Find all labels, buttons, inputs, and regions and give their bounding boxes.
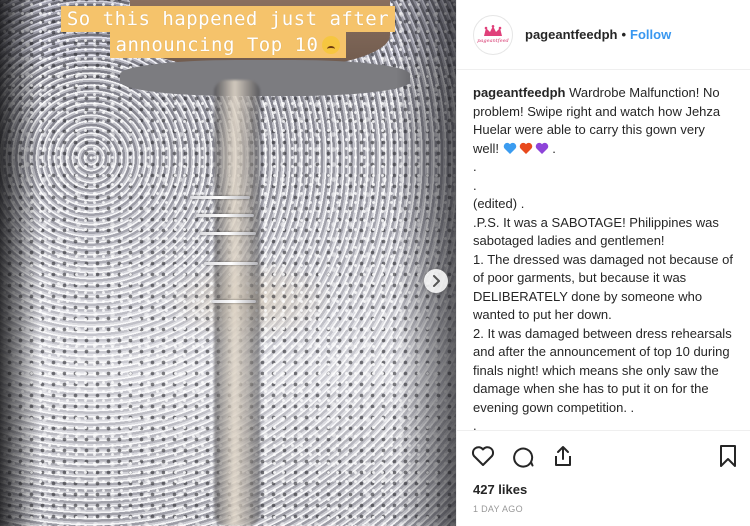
overlay-line-2-text: announcing Top 10 [115, 34, 319, 56]
photo-text-overlay: So this happened just after announcing T… [0, 6, 456, 58]
avatar-logo-text: pageantfeed [477, 38, 509, 44]
carousel-next-button[interactable] [424, 269, 448, 293]
caption-section: pageantfeedph Wardrobe Malfunction! No p… [457, 70, 750, 430]
caption-line: 2. It was damaged between dress rehearsa… [473, 325, 732, 415]
caption-line: 1. The dressed was damaged not because o… [473, 251, 733, 323]
safety-pin [204, 262, 258, 265]
comment-button[interactable] [511, 444, 535, 468]
heart-outline-icon [471, 445, 495, 466]
likes-count[interactable]: 427 likes [457, 480, 750, 500]
save-button[interactable] [716, 444, 740, 468]
action-bar [457, 430, 750, 480]
caption-line: .P.S. It was a SABOTAGE! Philippines was… [473, 214, 719, 249]
purple-heart-icon [535, 142, 548, 154]
chevron-right-icon [433, 275, 440, 287]
post-side-panel: pageantfeed pageantfeedph • Follow pagea… [456, 0, 750, 526]
orange-heart-icon [519, 142, 532, 154]
caption-line: . [473, 177, 477, 193]
caption-trailing-dot: . [548, 140, 556, 156]
instagram-post: So this happened just after announcing T… [0, 0, 750, 526]
avatar[interactable]: pageantfeed [473, 14, 513, 55]
caption-first-paragraph: pageantfeedph Wardrobe Malfunction! No p… [473, 84, 734, 158]
blue-heart-icon [503, 142, 516, 154]
crown-icon [484, 25, 502, 36]
caption-line: (edited) . [473, 196, 525, 211]
overlay-line-2: announcing Top 10 [109, 32, 347, 58]
photo-neckline [120, 60, 410, 96]
caption-username[interactable]: pageantfeedph [473, 85, 565, 100]
photo-shadow-left [0, 0, 40, 526]
caption-line: . [473, 418, 477, 430]
share-button[interactable] [551, 444, 575, 468]
post-timestamp[interactable]: 1 DAY AGO [457, 500, 750, 526]
safety-pin [200, 232, 256, 235]
share-upload-icon [555, 445, 571, 466]
overlay-line-1: So this happened just after [60, 6, 396, 32]
photo-shadow-right [396, 0, 456, 526]
heart-emojis [503, 142, 549, 155]
caption-line: . [473, 159, 477, 174]
weary-face-emoji-icon [322, 36, 341, 54]
header-username[interactable]: pageantfeedph [525, 27, 617, 42]
follow-button[interactable]: Follow [630, 27, 671, 42]
post-photo[interactable]: So this happened just after announcing T… [0, 0, 456, 526]
bookmark-icon [720, 444, 736, 467]
safety-pin [190, 196, 250, 199]
safety-pin [212, 300, 256, 303]
post-header: pageantfeed pageantfeedph • Follow [457, 0, 750, 70]
safety-pin [196, 214, 254, 217]
comment-bubble-icon [513, 447, 534, 468]
header-separator: • [621, 27, 627, 42]
photo-zipper-gap [214, 80, 260, 526]
like-button[interactable] [471, 444, 495, 468]
